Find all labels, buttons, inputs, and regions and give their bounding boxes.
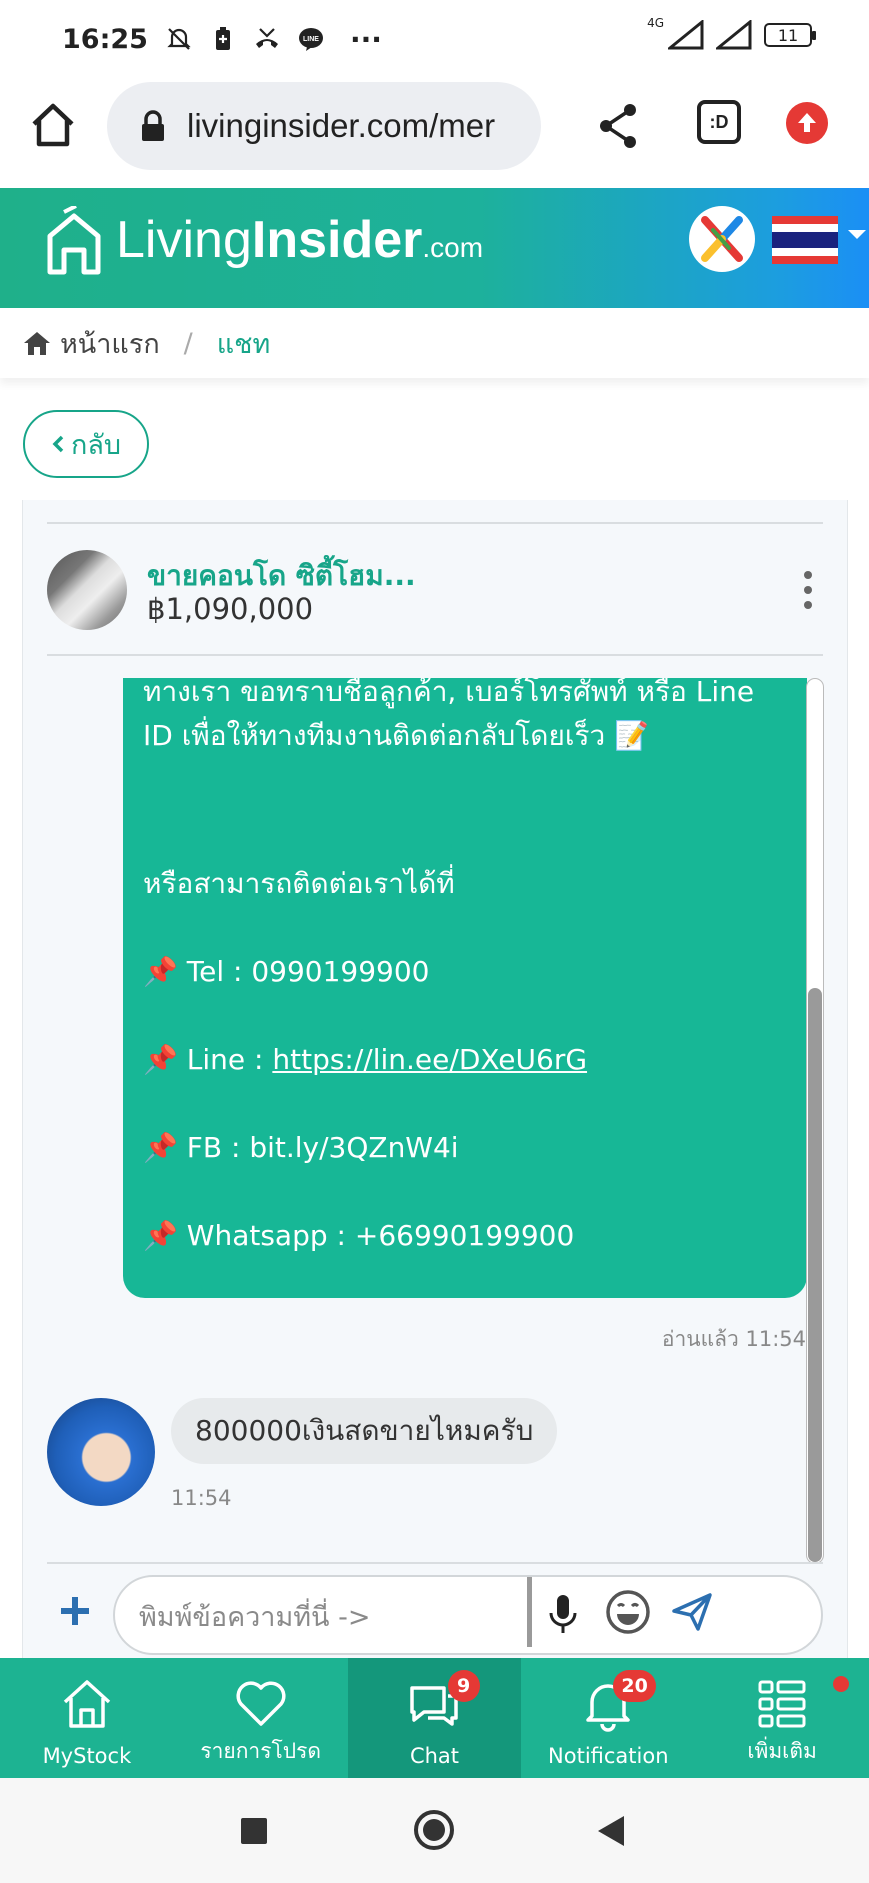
- status-more: ···: [349, 22, 382, 56]
- status-time: 16:25: [62, 23, 148, 55]
- input-box: [113, 1575, 823, 1655]
- message-whatsapp: 📌 Whatsapp : +66990199900: [143, 1219, 575, 1252]
- heart-icon: [236, 1681, 286, 1726]
- breadcrumb-current[interactable]: แชท: [217, 322, 271, 365]
- message-composer: [23, 1575, 849, 1660]
- message-input[interactable]: [139, 1595, 499, 1639]
- recent-apps-icon[interactable]: [241, 1818, 267, 1844]
- microphone-icon[interactable]: [545, 1593, 581, 1637]
- line-prefix: 📌 Line :: [143, 1043, 273, 1076]
- notification-badge: 20: [613, 1670, 656, 1702]
- nav-chat[interactable]: 9 Chat: [347, 1658, 522, 1778]
- update-icon[interactable]: [786, 102, 828, 144]
- message-line: ID เพื่อให้ทางทีมงานติดต่อกลับโดยเร็ว 📝: [143, 719, 649, 752]
- signal-icon: [668, 20, 704, 50]
- signal-icon-2: [716, 20, 752, 50]
- nav-label: MyStock: [42, 1744, 132, 1768]
- thai-flag-icon[interactable]: [772, 216, 838, 264]
- incoming-text: 800000เงินสดขายไหมครับ: [195, 1414, 534, 1447]
- tabs-button[interactable]: :D: [697, 100, 741, 144]
- more-options-icon[interactable]: [803, 570, 813, 610]
- line-link[interactable]: https://lin.ee/DXeU6rG: [272, 1043, 587, 1076]
- browser-home-icon[interactable]: [28, 100, 78, 150]
- chevron-left-icon: [52, 435, 64, 453]
- page: 16:25 LINE ··· 4G 11 livinginsider.com/m…: [0, 0, 869, 1883]
- message-fb: 📌 FB : bit.ly/3QZnW4i: [143, 1131, 459, 1164]
- line-app-icon: LINE: [298, 28, 323, 51]
- nav-label: Notification: [548, 1744, 669, 1768]
- logo-house-icon[interactable]: [46, 206, 102, 280]
- listing-header[interactable]: ขายคอนโด ซิตี้โฮม... ฿1,090,000: [47, 550, 823, 630]
- logo-insider: Insider: [251, 211, 423, 269]
- message-line-contact: 📌 Line : https://lin.ee/DXeU6rG: [143, 1038, 787, 1082]
- listing-thumbnail[interactable]: [47, 550, 127, 630]
- scrollbar-thumb[interactable]: [808, 988, 822, 1562]
- back-label: กลับ: [70, 429, 122, 461]
- read-status: อ่านแล้ว 11:54: [661, 1327, 806, 1351]
- network-type: 4G: [647, 16, 664, 30]
- emoji-icon[interactable]: [605, 1589, 651, 1635]
- menu-list-icon: [758, 1680, 806, 1728]
- bottom-navigation: MyStock รายการโปรด 9 Chat 20 Notificatio…: [0, 1658, 869, 1778]
- nav-mystock[interactable]: MyStock: [0, 1658, 174, 1778]
- arrow-up-icon: [798, 113, 816, 132]
- x-logo-icon[interactable]: [689, 206, 755, 272]
- breadcrumb: หน้าแรก / แชท: [0, 308, 869, 378]
- input-separator: [527, 1577, 532, 1647]
- svg-text:LINE: LINE: [303, 36, 319, 43]
- message-line: หรือสามารถติดต่อเราได้ที่: [143, 867, 455, 900]
- nav-more[interactable]: เพิ่มเติม: [695, 1658, 869, 1778]
- site-header: LivingInsider.com: [0, 188, 869, 308]
- system-navigation: [0, 1778, 869, 1883]
- system-back-icon[interactable]: [598, 1816, 624, 1846]
- site-logo[interactable]: LivingInsider.com: [116, 210, 483, 270]
- nav-notification[interactable]: 20 Notification: [521, 1658, 695, 1778]
- divider: [47, 1562, 823, 1564]
- mute-icon: [167, 28, 191, 50]
- message-tel: 📌 Tel : 0990199900: [143, 955, 430, 988]
- nav-label: Chat: [409, 1744, 460, 1768]
- browser-toolbar: livinginsider.com/mer :D: [0, 78, 869, 188]
- system-home-icon[interactable]: [414, 1810, 454, 1850]
- nav-label: เพิ่มเติม: [747, 1739, 817, 1763]
- address-bar[interactable]: livinginsider.com/mer: [107, 82, 541, 170]
- chat-badge: 9: [447, 1670, 480, 1702]
- send-icon[interactable]: [671, 1591, 713, 1633]
- status-bar: 16:25 LINE ··· 4G 11: [0, 0, 869, 78]
- breadcrumb-home[interactable]: หน้าแรก: [60, 322, 160, 365]
- battery-saver-icon: [215, 27, 230, 50]
- missed-call-icon: [255, 28, 278, 48]
- home-icon: [24, 332, 50, 355]
- logo-com: .com: [422, 232, 484, 263]
- message-list[interactable]: ทางเรา ขอทราบชื่อลูกค้า, เบอร์โทรศัพท์ ห…: [23, 678, 849, 1548]
- avatar[interactable]: [47, 1398, 155, 1506]
- divider: [47, 654, 823, 656]
- nav-favorites[interactable]: รายการโปรด: [174, 1658, 348, 1778]
- home-icon: [63, 1680, 111, 1728]
- battery-icon: 11: [764, 23, 816, 47]
- breadcrumb-separator: /: [183, 327, 193, 359]
- url-text: livinginsider.com/mer: [187, 107, 496, 144]
- share-icon[interactable]: [596, 102, 640, 150]
- message-line: ทางเรา ขอทราบชื่อลูกค้า, เบอร์โทรศัพท์ ห…: [143, 678, 755, 708]
- nav-label: รายการโปรด: [200, 1739, 322, 1763]
- back-button[interactable]: กลับ: [23, 410, 149, 478]
- battery-level: 11: [777, 25, 799, 45]
- language-caret-icon[interactable]: [848, 230, 866, 239]
- logo-living: Living: [116, 211, 252, 269]
- incoming-time: 11:54: [171, 1486, 232, 1510]
- lock-icon: [142, 110, 164, 141]
- tabs-label: :D: [709, 111, 729, 132]
- outgoing-message: ทางเรา ขอทราบชื่อลูกค้า, เบอร์โทรศัพท์ ห…: [123, 678, 807, 1298]
- divider: [47, 522, 823, 524]
- incoming-message: 800000เงินสดขายไหมครับ: [171, 1398, 558, 1464]
- plus-icon[interactable]: [57, 1593, 93, 1629]
- more-notification-dot: [832, 1676, 849, 1692]
- chat-panel: ขายคอนโด ซิตี้โฮม... ฿1,090,000 ทางเรา ข…: [22, 500, 848, 1660]
- listing-price: ฿1,090,000: [147, 592, 314, 626]
